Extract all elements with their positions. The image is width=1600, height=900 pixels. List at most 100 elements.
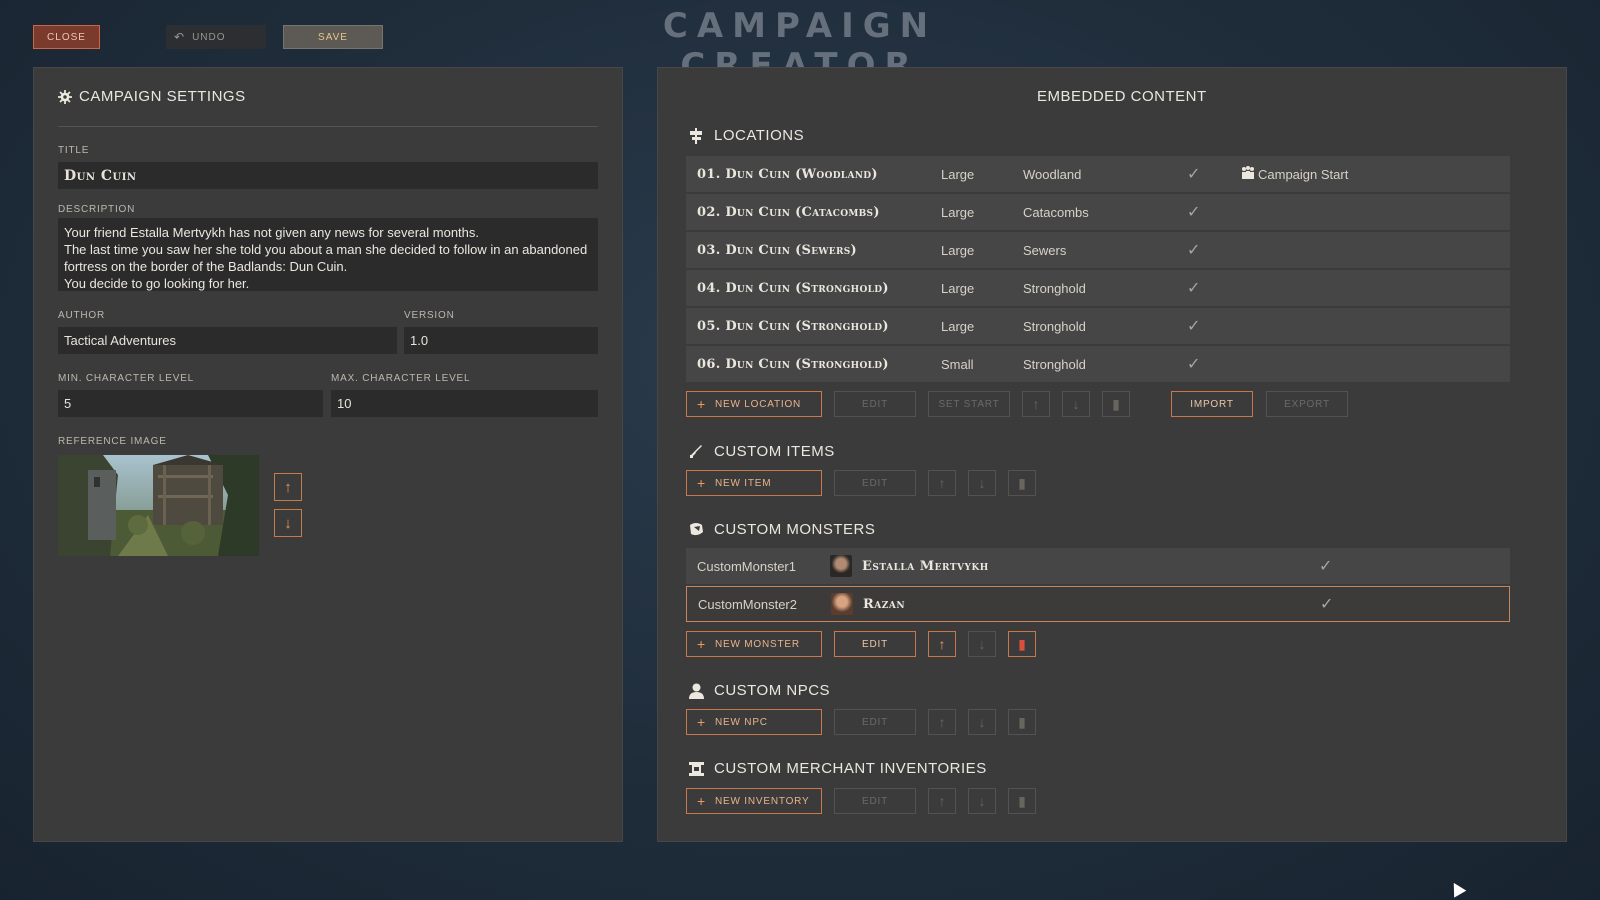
set-start-button[interactable]: SET START	[928, 391, 1010, 417]
title-label: TITLE	[58, 145, 90, 156]
item-delete-button[interactable]: ▮	[1008, 470, 1036, 496]
location-environment: Woodland	[1023, 166, 1082, 182]
arrow-down-icon: ↓	[978, 475, 986, 491]
monster-move-down-button[interactable]: ↓	[968, 631, 996, 657]
min-level-field[interactable]: 5	[58, 390, 323, 417]
edit-location-button[interactable]: EDIT	[834, 391, 916, 417]
monster-row-selected[interactable]: CustomMonster2 Razan ✓	[686, 586, 1510, 622]
edit-inventory-button[interactable]: EDIT	[834, 788, 916, 814]
person-icon	[686, 683, 706, 699]
title-field[interactable]: Dun Cuin	[58, 162, 598, 189]
version-field[interactable]: 1.0	[404, 327, 598, 354]
settings-divider	[58, 126, 598, 127]
arrow-up-icon: ↑	[938, 714, 946, 730]
arrow-up-icon: ↑	[938, 636, 946, 652]
campaign-settings-heading: CAMPAIGN SETTINGS	[58, 88, 246, 105]
custom-npcs-section-title: CUSTOM NPCS	[686, 682, 830, 699]
location-row[interactable]: 03. Dun Cuin (Sewers) Large Sewers ✓	[686, 232, 1510, 268]
mouse-cursor	[1447, 879, 1467, 898]
location-environment: Sewers	[1023, 242, 1067, 258]
new-npc-button[interactable]: + NEW NPC	[686, 709, 822, 735]
campaign-start-marker: Campaign Start	[1241, 156, 1348, 192]
monster-row[interactable]: CustomMonster1 Estalla Mertvykh ✓	[686, 548, 1510, 584]
new-monster-button[interactable]: + NEW MONSTER	[686, 631, 822, 657]
monster-portrait	[830, 555, 852, 577]
trash-icon: ▮	[1018, 792, 1026, 809]
location-row[interactable]: 05. Dun Cuin (Stronghold) Large Strongho…	[686, 308, 1510, 344]
new-location-button[interactable]: + NEW LOCATION	[686, 391, 822, 417]
location-name: 02. Dun Cuin (Catacombs)	[697, 204, 880, 220]
custom-inventories-title: CUSTOM MERCHANT INVENTORIES	[714, 760, 987, 777]
undo-button[interactable]: ↶ UNDO	[166, 25, 266, 49]
image-move-down-button[interactable]: ↓	[274, 509, 302, 537]
custom-monsters-section-title: CUSTOM MONSTERS	[686, 521, 875, 538]
reference-image[interactable]	[58, 455, 259, 556]
location-size: Large	[941, 242, 975, 258]
edit-npc-button[interactable]: EDIT	[834, 709, 916, 735]
check-icon: ✓	[1187, 166, 1201, 183]
custom-items-section-title: CUSTOM ITEMS	[686, 443, 835, 460]
locations-section-title: LOCATIONS	[686, 127, 804, 144]
location-delete-button[interactable]: ▮	[1102, 391, 1130, 417]
location-size: Small	[941, 356, 974, 372]
npc-move-up-button[interactable]: ↑	[928, 709, 956, 735]
location-environment: Stronghold	[1023, 280, 1086, 296]
description-label: DESCRIPTION	[58, 204, 136, 215]
version-label: VERSION	[404, 310, 455, 321]
location-move-up-button[interactable]: ↑	[1022, 391, 1050, 417]
npc-delete-button[interactable]: ▮	[1008, 709, 1036, 735]
plus-icon: +	[697, 714, 706, 730]
plus-icon: +	[697, 793, 706, 809]
custom-items-title: CUSTOM ITEMS	[714, 443, 835, 460]
check-icon: ✓	[1187, 204, 1201, 221]
check-icon: ✓	[1320, 596, 1334, 613]
custom-monsters-title: CUSTOM MONSTERS	[714, 521, 876, 538]
custom-inventories-section-title: CUSTOM MERCHANT INVENTORIES	[686, 760, 987, 777]
plus-icon: +	[697, 396, 706, 412]
arrow-down-icon: ↓	[284, 514, 292, 532]
new-item-button[interactable]: + NEW ITEM	[686, 470, 822, 496]
description-line: The last time you saw her she told you a…	[64, 242, 588, 274]
location-row[interactable]: 02. Dun Cuin (Catacombs) Large Catacombs…	[686, 194, 1510, 230]
location-row[interactable]: 01. Dun Cuin (Woodland) Large Woodland ✓…	[686, 156, 1510, 192]
author-label: AUTHOR	[58, 310, 106, 321]
monster-icon	[686, 522, 706, 537]
party-icon	[1241, 166, 1255, 182]
monster-id: CustomMonster2	[698, 596, 797, 612]
location-row[interactable]: 04. Dun Cuin (Stronghold) Large Strongho…	[686, 270, 1510, 306]
image-move-up-button[interactable]: ↑	[274, 473, 302, 501]
sword-icon	[686, 444, 706, 459]
monster-delete-button[interactable]: ▮	[1008, 631, 1036, 657]
npc-move-down-button[interactable]: ↓	[968, 709, 996, 735]
custom-npcs-title: CUSTOM NPCS	[714, 682, 831, 699]
author-field[interactable]: Tactical Adventures	[58, 327, 397, 354]
new-item-label: NEW ITEM	[714, 477, 772, 489]
import-button[interactable]: IMPORT	[1171, 391, 1253, 417]
edit-monster-button[interactable]: EDIT	[834, 631, 916, 657]
description-line: Your friend Estalla Mertvykh has not giv…	[64, 225, 480, 240]
arrow-down-icon: ↓	[978, 636, 986, 652]
save-button[interactable]: SAVE	[283, 25, 383, 49]
inventory-move-down-button[interactable]: ↓	[968, 788, 996, 814]
new-location-label: NEW LOCATION	[714, 398, 802, 410]
description-field[interactable]: Your friend Estalla Mertvykh has not giv…	[58, 218, 598, 291]
location-size: Large	[941, 280, 975, 296]
edit-item-button[interactable]: EDIT	[834, 470, 916, 496]
check-icon: ✓	[1187, 280, 1201, 297]
reference-image-label: REFERENCE IMAGE	[58, 436, 167, 447]
max-level-field[interactable]: 10	[331, 390, 598, 417]
trash-icon: ▮	[1112, 395, 1120, 412]
inventory-move-up-button[interactable]: ↑	[928, 788, 956, 814]
close-button[interactable]: CLOSE	[33, 25, 100, 49]
location-name: 03. Dun Cuin (Sewers)	[697, 242, 857, 258]
item-move-up-button[interactable]: ↑	[928, 470, 956, 496]
check-icon: ✓	[1319, 558, 1333, 575]
item-move-down-button[interactable]: ↓	[968, 470, 996, 496]
new-inventory-button[interactable]: + NEW INVENTORY	[686, 788, 822, 814]
monster-move-up-button[interactable]: ↑	[928, 631, 956, 657]
inventory-delete-button[interactable]: ▮	[1008, 788, 1036, 814]
location-move-down-button[interactable]: ↓	[1062, 391, 1090, 417]
export-button[interactable]: EXPORT	[1266, 391, 1348, 417]
location-size: Large	[941, 318, 975, 334]
location-row[interactable]: 06. Dun Cuin (Stronghold) Small Strongho…	[686, 346, 1510, 382]
